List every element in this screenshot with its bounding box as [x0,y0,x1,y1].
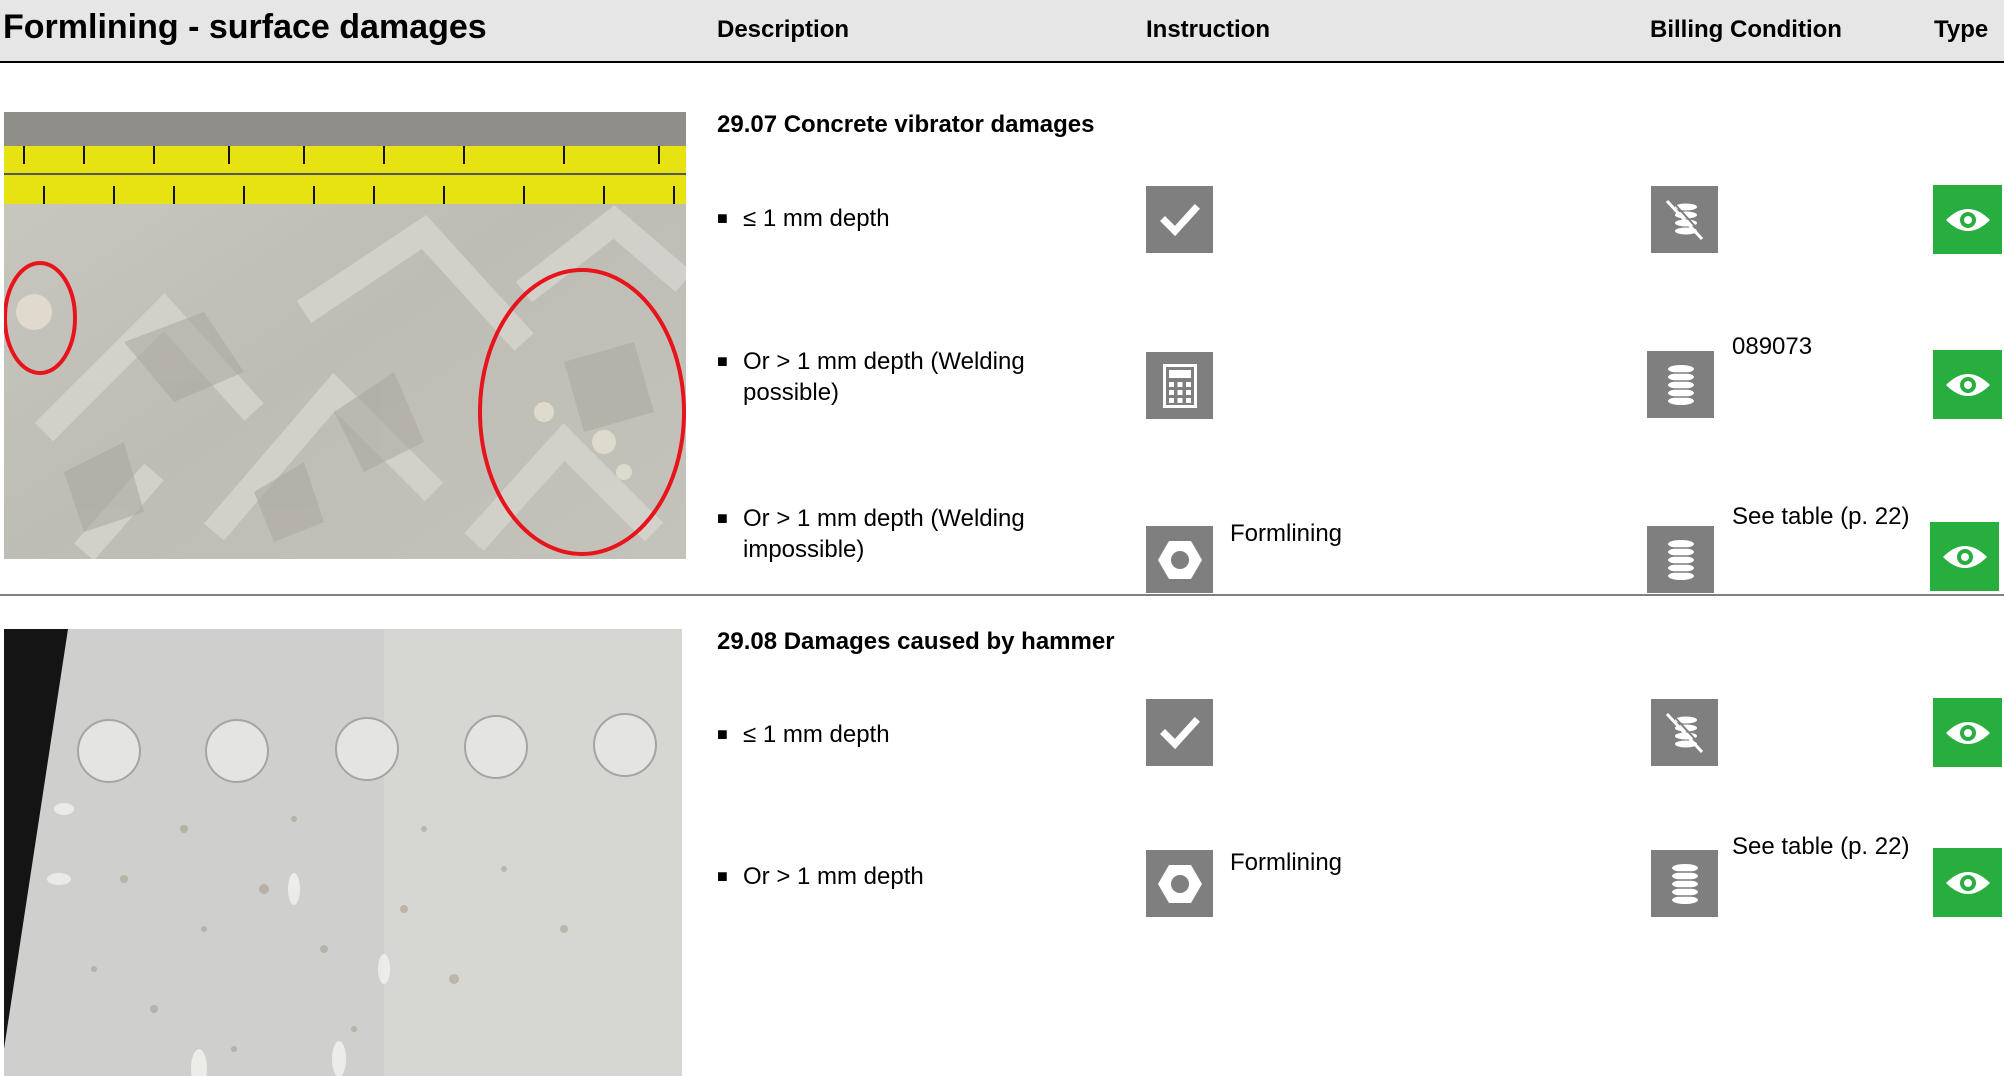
coin-stack-icon [1647,526,1714,593]
checkmark-icon [1146,699,1213,766]
eye-icon[interactable] [1933,185,2002,254]
section-divider [0,594,2004,596]
item-description: ≤ 1 mm depth [743,721,890,748]
item-description: Or > 1 mm depth (Welding possible) [743,348,1025,406]
eye-icon[interactable] [1933,698,2002,767]
item-description: ≤ 1 mm depth [743,205,890,232]
checkmark-icon [1146,186,1213,253]
billing-condition: See table (p. 22) [1732,503,1910,530]
bullet-icon: ■ [717,866,728,886]
bullet-icon: ■ [717,724,728,744]
page-title: Formlining - surface damages [3,8,487,46]
instruction-text: Formlining [1230,520,1343,547]
billing-condition: See table (p. 22) [1732,833,1910,860]
section-title: 29.08 Damages caused by hammer [717,628,1115,655]
photo-concrete-vibrator-damage [4,112,686,559]
section-title: 29.07 Concrete vibrator damages [717,111,1095,138]
no-cost-icon [1651,186,1718,253]
list-item: ■ Or > 1 mm depth (Welding impossible) [717,503,1027,565]
column-header-type: Type [1934,16,1989,43]
billing-code: 089073 [1732,333,1813,360]
photo-hammer-damage [4,629,682,1076]
eye-icon[interactable] [1933,848,2002,917]
column-header-description: Description [717,16,850,43]
bullet-icon: ■ [717,351,728,371]
list-item: ■ Or > 1 mm depth [717,861,1027,892]
hex-nut-icon [1146,850,1213,917]
calculator-icon [1146,352,1213,419]
item-description: Or > 1 mm depth [743,863,924,890]
item-description: Or > 1 mm depth (Welding impossible) [743,505,1025,563]
column-header-billing: Billing Condition [1650,16,1842,43]
eye-icon[interactable] [1933,350,2002,419]
no-cost-icon [1651,699,1718,766]
bullet-icon: ■ [717,508,728,528]
eye-icon[interactable] [1930,522,1999,591]
coin-stack-icon [1647,351,1714,418]
list-item: ■ ≤ 1 mm depth [717,203,1027,234]
instruction-text: Formlining [1230,849,1343,876]
bullet-icon: ■ [717,208,728,228]
list-item: ■ ≤ 1 mm depth [717,719,1027,750]
column-header-instruction: Instruction [1146,16,1270,43]
coin-stack-icon [1651,850,1718,917]
list-item: ■ Or > 1 mm depth (Welding possible) [717,346,1027,408]
table-header: Formlining - surface damages Description… [0,0,2004,63]
hex-nut-icon [1146,526,1213,593]
